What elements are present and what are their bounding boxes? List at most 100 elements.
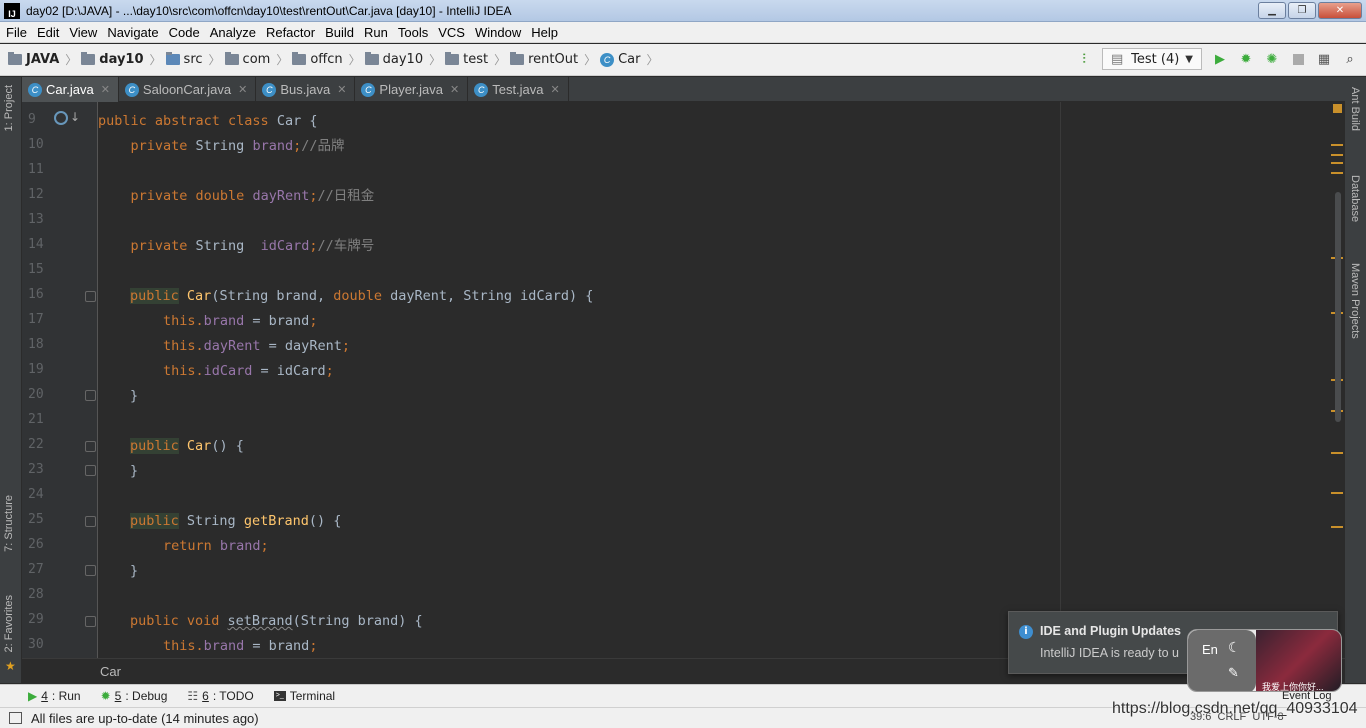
package-icon [292,52,307,65]
debug-tool-window-button[interactable]: ✹ 5: Debug [101,689,168,703]
warning-marker[interactable] [1331,492,1343,494]
warning-marker[interactable] [1331,144,1343,146]
ime-language-label[interactable]: En [1202,642,1218,657]
moon-icon[interactable]: ☾ [1228,640,1241,656]
wrench-icon[interactable]: ✎ [1228,666,1239,681]
breadcrumb-java[interactable]: JAVA 〉 [8,51,77,68]
line-number: 12 [28,187,44,202]
scrollbar-thumb[interactable] [1335,192,1341,422]
tab-car-java[interactable]: C Car.java ✕ [22,77,119,102]
module-icon [81,52,96,65]
close-tab-icon[interactable]: ✕ [337,83,346,96]
menu-run[interactable]: Run [360,25,394,40]
run-icon[interactable]: ▶ [1212,51,1228,67]
package-icon [224,52,239,65]
run-tool-window-button[interactable]: ▶ 4: Run [28,689,81,703]
project-structure-icon[interactable]: ▦ [1316,51,1332,67]
navigation-bar: JAVA 〉 day10 〉 src 〉 com 〉 offcn 〉 day10 〉 tes… [0,44,1366,76]
menu-code[interactable]: Code [165,25,206,40]
structure-tool-tab[interactable]: 7: Structure [3,495,15,552]
fold-toggle-icon[interactable] [85,516,96,527]
menu-analyze[interactable]: Analyze [206,25,262,40]
maximize-button[interactable]: ❐ [1288,2,1316,19]
line-number: 16 [28,287,44,302]
warning-marker[interactable] [1331,162,1343,164]
fold-toggle-icon[interactable] [85,565,96,576]
menu-tools[interactable]: Tools [394,25,434,40]
breadcrumb-offcn[interactable]: offcn 〉 [292,51,361,68]
close-tab-icon[interactable]: ✕ [551,83,560,96]
line-number: 26 [28,537,44,552]
close-tab-icon[interactable]: ✕ [101,83,110,96]
line-number: 21 [28,412,44,427]
module-icon [8,52,22,65]
tab-test-java[interactable]: C Test.java ✕ [468,77,569,102]
favorites-tool-tab[interactable]: 2: Favorites [3,595,15,652]
menu-view[interactable]: View [65,25,103,40]
code-breadcrumb-car[interactable]: Car [100,664,121,679]
tab-bus-java[interactable]: C Bus.java ✕ [256,77,356,102]
close-tab-icon[interactable]: ✕ [238,83,247,96]
maven-projects-tool-tab[interactable]: Maven Projects [1349,263,1361,339]
fold-toggle-icon[interactable] [85,465,96,476]
menu-help[interactable]: Help [527,25,564,40]
line-number: 23 [28,462,44,477]
breadcrumb-com[interactable]: com 〉 [224,51,288,68]
favorites-star-icon: ★ [5,659,16,673]
package-icon [510,52,525,65]
editor-tab-bar: C Car.java ✕ C SaloonCar.java ✕ C Bus.java ✕ C… [22,77,1345,102]
menu-vcs[interactable]: VCS [434,25,471,40]
breadcrumb-src[interactable]: src 〉 [165,51,221,68]
error-stripe-scrollbar[interactable] [1331,102,1345,658]
line-number: 18 [28,337,44,352]
title-bar: IJ day02 [D:\JAVA] - ...\day10\src\com\o… [0,0,1366,22]
stop-icon[interactable] [1290,51,1306,67]
watermark: https://blog.csdn.net/qq_40933104 [1112,700,1358,717]
breadcrumb-day10[interactable]: day10 〉 [364,51,441,68]
minimize-button[interactable]: ▁ [1258,2,1286,19]
debug-icon[interactable]: ✹ [1238,51,1254,67]
class-icon: C [600,52,615,67]
menu-refactor[interactable]: Refactor [262,25,321,40]
database-tool-tab[interactable]: Database [1349,175,1361,222]
menu-edit[interactable]: Edit [33,25,65,40]
code-editor[interactable]: public abstract class Car { private Stri… [98,102,1331,658]
project-tool-tab[interactable]: 1: Project [3,85,15,131]
search-icon[interactable]: ⌕ [1342,51,1358,67]
breadcrumb-car[interactable]: C Car 〉 [600,51,659,68]
breadcrumb-rentout[interactable]: rentOut 〉 [510,51,596,68]
breadcrumb-test[interactable]: test 〉 [445,51,506,68]
ime-toolbar[interactable]: En ☾ ✎ 我爱上你你好... [1187,629,1342,692]
warning-marker[interactable] [1331,526,1343,528]
fold-toggle-icon[interactable] [85,616,96,627]
run-configuration-select[interactable]: ▤ Test (4) ▼ [1102,48,1202,70]
warning-marker[interactable] [1331,452,1343,454]
terminal-icon: >_ [273,691,286,701]
tool-window-toggle-icon[interactable] [9,712,22,724]
fold-toggle-icon[interactable] [85,441,96,452]
fold-toggle-icon[interactable] [85,390,96,401]
build-icon[interactable]: ⫶ [1076,51,1092,67]
code-line-20: } [130,388,139,404]
warning-marker[interactable] [1331,172,1343,174]
menu-window[interactable]: Window [471,25,527,40]
breadcrumb-day10-module[interactable]: day10 〉 [81,51,162,68]
fold-toggle-icon[interactable] [85,291,96,302]
tab-salooncar-java[interactable]: C SaloonCar.java ✕ [119,77,257,102]
implemented-marker-icon[interactable] [54,111,68,125]
implemented-arrow-icon: ↓ [70,110,81,124]
close-tab-icon[interactable]: ✕ [450,83,459,96]
menu-navigate[interactable]: Navigate [103,25,164,40]
ant-build-tool-tab[interactable]: Ant Build [1349,87,1361,131]
line-number: 29 [28,612,44,627]
terminal-tool-window-button[interactable]: >_ Terminal [273,689,335,703]
menu-build[interactable]: Build [321,25,360,40]
warning-marker[interactable] [1331,154,1343,156]
chevron-down-icon: ▼ [1185,53,1193,65]
todo-tool-window-button[interactable]: ☷ 6: TODO [187,689,253,703]
menu-file[interactable]: File [2,25,33,40]
coverage-icon[interactable]: ✺ [1264,51,1280,67]
close-button[interactable]: ✕ [1318,2,1362,19]
tab-player-java[interactable]: C Player.java ✕ [355,77,469,102]
code-line-19: this.idCard = idCard; [163,363,334,379]
